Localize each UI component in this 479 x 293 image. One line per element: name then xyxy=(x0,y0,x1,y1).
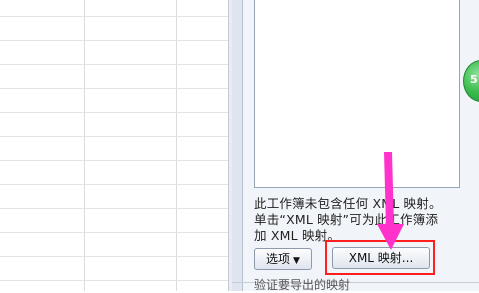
arrow-shaft xyxy=(384,152,394,226)
arrow-head xyxy=(377,224,404,250)
annotation-arrow xyxy=(377,152,404,250)
